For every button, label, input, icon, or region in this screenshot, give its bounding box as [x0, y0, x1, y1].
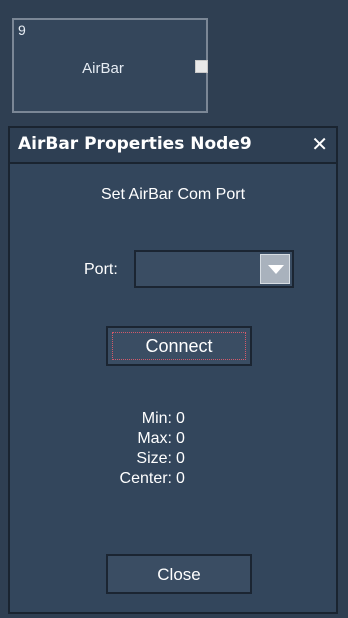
stats-list: Min: 0 Max: 0 Size: 0 Center: 0: [10, 410, 336, 490]
stat-row-min: Min: 0: [10, 410, 336, 430]
dialog-title: AirBar Properties Node9: [18, 134, 252, 154]
stat-value: 0: [176, 470, 185, 487]
stat-row-max: Max: 0: [10, 430, 336, 450]
stat-value: 0: [176, 450, 185, 467]
node-label: AirBar: [82, 60, 124, 77]
node-id: 9: [18, 22, 26, 38]
dialog-subtitle: Set AirBar Com Port: [100, 186, 246, 203]
node-output-port[interactable]: [195, 60, 208, 73]
stat-value: 0: [176, 410, 185, 427]
dialog-titlebar[interactable]: AirBar Properties Node9 ✕: [10, 128, 336, 164]
connect-button[interactable]: Connect: [106, 326, 252, 366]
stat-value: 0: [176, 430, 185, 447]
close-button[interactable]: Close: [106, 554, 252, 594]
chevron-down-icon[interactable]: [260, 254, 290, 284]
stat-label: Max:: [137, 430, 172, 447]
stat-row-center: Center: 0: [10, 470, 336, 490]
close-icon[interactable]: ✕: [311, 132, 328, 156]
properties-dialog: AirBar Properties Node9 ✕ Set AirBar Com…: [8, 126, 338, 614]
stat-label: Size:: [136, 450, 172, 467]
airbar-node[interactable]: 9 AirBar: [12, 18, 208, 113]
stat-label: Center:: [119, 470, 172, 487]
close-button-label: Close: [157, 565, 201, 584]
stat-row-size: Size: 0: [10, 450, 336, 470]
stat-label: Min:: [141, 410, 172, 427]
port-label: Port:: [84, 261, 118, 278]
port-select[interactable]: [134, 250, 294, 288]
focus-outline: [112, 332, 246, 360]
